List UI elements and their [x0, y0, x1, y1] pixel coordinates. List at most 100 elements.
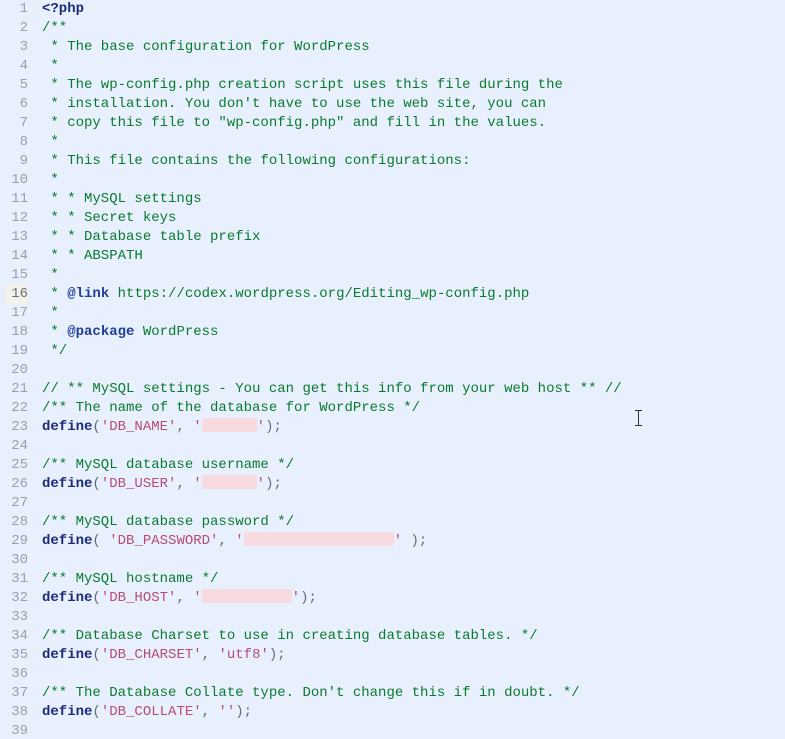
code-token: (	[92, 476, 100, 492]
line-number: 8	[6, 133, 28, 152]
code-token: );	[300, 590, 317, 606]
code-token: );	[269, 647, 286, 663]
code-token: '	[193, 590, 201, 606]
code-line[interactable]	[42, 437, 785, 456]
code-token: 'DB_PASSWORD'	[109, 533, 218, 549]
code-line[interactable]: // ** MySQL settings - You can get this …	[42, 380, 785, 399]
code-line[interactable]: * * MySQL settings	[42, 190, 785, 209]
code-token: define	[42, 647, 92, 663]
code-line[interactable]: * * Secret keys	[42, 209, 785, 228]
code-token: *	[42, 286, 67, 302]
line-number: 32	[6, 589, 28, 608]
code-token: '	[235, 533, 243, 549]
code-token: /**	[42, 20, 67, 36]
line-number: 27	[6, 494, 28, 513]
line-number: 15	[6, 266, 28, 285]
code-line[interactable]: /** The name of the database for WordPre…	[42, 399, 785, 418]
redacted-value	[202, 589, 292, 603]
code-token: *	[42, 305, 59, 321]
code-token: /** MySQL database username */	[42, 457, 294, 473]
code-line[interactable]: * The wp-config.php creation script uses…	[42, 76, 785, 95]
code-line[interactable]: * * ABSPATH	[42, 247, 785, 266]
code-token: ,	[176, 590, 193, 606]
line-number: 7	[6, 114, 28, 133]
code-line[interactable]: */	[42, 342, 785, 361]
code-line[interactable]: /** The Database Collate type. Don't cha…	[42, 684, 785, 703]
code-token: 'DB_HOST'	[101, 590, 177, 606]
code-editor[interactable]: 1234567891011121314151617181920212223242…	[0, 0, 785, 739]
line-number: 25	[6, 456, 28, 475]
code-token: ,	[176, 419, 193, 435]
code-line[interactable]	[42, 608, 785, 627]
code-token: ,	[202, 647, 219, 663]
code-token: define	[42, 476, 92, 492]
line-number: 9	[6, 152, 28, 171]
code-token: * The base configuration for WordPress	[42, 39, 370, 55]
code-token: '	[257, 476, 265, 492]
code-token: define	[42, 533, 92, 549]
code-line[interactable]: * The base configuration for WordPress	[42, 38, 785, 57]
code-line[interactable]	[42, 551, 785, 570]
code-line[interactable]	[42, 665, 785, 684]
code-line[interactable]: define('DB_CHARSET', 'utf8');	[42, 646, 785, 665]
code-token: /** MySQL hostname */	[42, 571, 218, 587]
code-line[interactable]: define('DB_COLLATE', '');	[42, 703, 785, 722]
code-line[interactable]: define('DB_NAME', '');	[42, 418, 785, 437]
code-line[interactable]: * This file contains the following confi…	[42, 152, 785, 171]
code-line[interactable]: /**	[42, 19, 785, 38]
code-line[interactable]: *	[42, 57, 785, 76]
line-number: 4	[6, 57, 28, 76]
code-line[interactable]: *	[42, 171, 785, 190]
line-number: 17	[6, 304, 28, 323]
code-token: ,	[218, 533, 235, 549]
code-line[interactable]: *	[42, 266, 785, 285]
code-line[interactable]: define( 'DB_PASSWORD', '' );	[42, 532, 785, 551]
code-token: '	[193, 419, 201, 435]
code-token: 'utf8'	[218, 647, 268, 663]
line-number: 16	[6, 285, 28, 304]
line-number: 11	[6, 190, 28, 209]
line-number: 10	[6, 171, 28, 190]
code-line[interactable]: * installation. You don't have to use th…	[42, 95, 785, 114]
code-line[interactable]: define('DB_HOST', '');	[42, 589, 785, 608]
code-line[interactable]: /** MySQL hostname */	[42, 570, 785, 589]
code-line[interactable]: /** Database Charset to use in creating …	[42, 627, 785, 646]
code-token: (	[92, 647, 100, 663]
code-token: * * Secret keys	[42, 210, 176, 226]
code-token: );	[402, 533, 427, 549]
line-number: 3	[6, 38, 28, 57]
code-line[interactable]: *	[42, 304, 785, 323]
code-token: ,	[176, 476, 193, 492]
code-token: ,	[202, 704, 219, 720]
code-token: * * MySQL settings	[42, 191, 202, 207]
code-token: *	[42, 134, 59, 150]
code-line[interactable]: /** MySQL database password */	[42, 513, 785, 532]
code-line[interactable]: *	[42, 133, 785, 152]
code-token: );	[265, 476, 282, 492]
line-number: 12	[6, 209, 28, 228]
code-token: '	[257, 419, 265, 435]
code-line[interactable]: <?php	[42, 0, 785, 19]
code-line[interactable]: define('DB_USER', ' ');	[42, 475, 785, 494]
line-number: 13	[6, 228, 28, 247]
code-line[interactable]	[42, 722, 785, 739]
code-line[interactable]: * copy this file to "wp-config.php" and …	[42, 114, 785, 133]
code-token: * * Database table prefix	[42, 229, 260, 245]
code-token: );	[235, 704, 252, 720]
line-number: 38	[6, 703, 28, 722]
line-number: 6	[6, 95, 28, 114]
code-line[interactable]: * @link https://codex.wordpress.org/Edit…	[42, 285, 785, 304]
code-token: 'DB_USER'	[101, 476, 177, 492]
code-token: /** Database Charset to use in creating …	[42, 628, 538, 644]
code-area[interactable]: <?php/** * The base configuration for Wo…	[38, 0, 785, 739]
code-line[interactable]: * * Database table prefix	[42, 228, 785, 247]
code-token: '	[193, 476, 201, 492]
code-token: * This file contains the following confi…	[42, 153, 470, 169]
line-number: 39	[6, 722, 28, 739]
code-line[interactable]	[42, 494, 785, 513]
code-line[interactable]	[42, 361, 785, 380]
line-number: 23	[6, 418, 28, 437]
code-line[interactable]: * @package WordPress	[42, 323, 785, 342]
code-token: *	[42, 58, 59, 74]
code-line[interactable]: /** MySQL database username */	[42, 456, 785, 475]
